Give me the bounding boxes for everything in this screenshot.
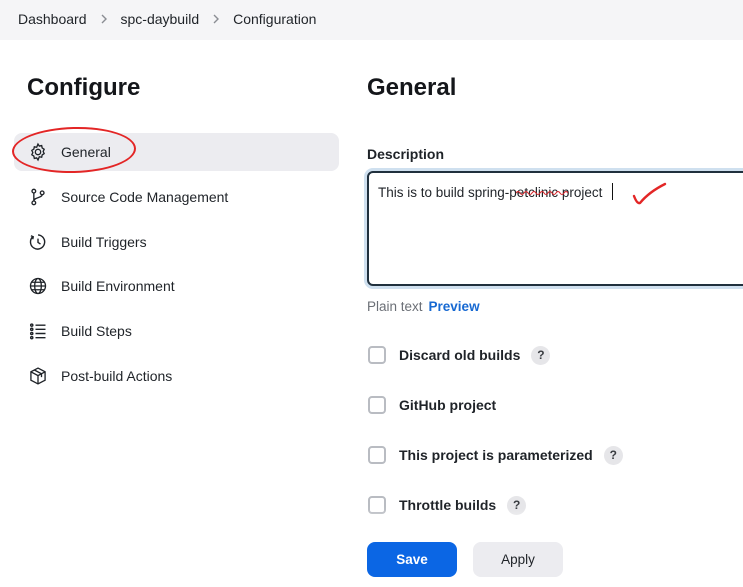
breadcrumb: Dashboard spc-daybuild Configuration: [18, 11, 316, 27]
sidebar-item-build-steps[interactable]: Build Steps: [14, 312, 339, 350]
description-textarea[interactable]: This is to build spring-petclinic projec…: [367, 171, 743, 286]
throttle-builds-checkbox[interactable]: [368, 496, 386, 514]
breadcrumb-configuration[interactable]: Configuration: [233, 11, 316, 27]
sidebar-item-label: Source Code Management: [61, 188, 229, 205]
help-icon[interactable]: ?: [507, 495, 527, 515]
sidebar-item-build-triggers[interactable]: Build Triggers: [14, 223, 339, 261]
breadcrumb-job[interactable]: spc-daybuild: [121, 11, 200, 27]
red-checkmark-annotation: [632, 182, 667, 205]
text-cursor: [612, 183, 613, 200]
sidebar-item-post-build-actions[interactable]: Post-build Actions: [14, 357, 339, 395]
discard-old-builds-checkbox[interactable]: [368, 346, 386, 364]
branch-icon: [28, 187, 48, 207]
help-icon[interactable]: ?: [531, 345, 551, 365]
globe-icon: [28, 276, 48, 296]
parameterized-checkbox[interactable]: [368, 446, 386, 464]
plain-text-label: Plain text: [367, 299, 423, 314]
gear-icon: [28, 142, 48, 162]
chevron-right-icon: [212, 14, 220, 24]
chevron-right-icon: [100, 14, 108, 24]
sidebar-item-label: Build Triggers: [61, 233, 147, 250]
sidebar-title: Configure: [27, 74, 141, 101]
sidebar-item-label: Build Environment: [61, 278, 175, 295]
sidebar-item-label: General: [61, 144, 111, 160]
sidebar-item-build-environment[interactable]: Build Environment: [14, 267, 339, 305]
github-project-checkbox[interactable]: [368, 396, 386, 414]
sidebar-item-label: Post-build Actions: [61, 367, 173, 384]
sidebar-item-label: Build Steps: [61, 323, 132, 340]
option-label[interactable]: Discard old builds: [399, 347, 520, 363]
spellcheck-underline: [516, 190, 568, 196]
apply-button[interactable]: Apply: [473, 542, 563, 577]
clock-icon: [28, 232, 48, 252]
breadcrumb-bar: Dashboard spc-daybuild Configuration: [0, 0, 743, 40]
format-row: Plain text Preview: [367, 299, 480, 314]
description-label: Description: [367, 146, 445, 162]
help-icon[interactable]: ?: [603, 445, 623, 465]
option-label[interactable]: GitHub project: [399, 397, 496, 413]
option-throttle-builds: Throttle builds ?: [367, 494, 527, 516]
description-text: This is to build spring-petclinic projec…: [378, 185, 603, 200]
sidebar-item-source-code-management[interactable]: Source Code Management: [14, 178, 339, 216]
preview-link[interactable]: Preview: [429, 299, 480, 314]
option-github-project: GitHub project: [367, 394, 496, 416]
section-title: General: [367, 74, 457, 101]
package-icon: [28, 366, 48, 386]
list-icon: [28, 321, 48, 341]
option-parameterized: This project is parameterized ?: [367, 444, 623, 466]
sidebar-item-general[interactable]: General: [11, 125, 339, 175]
save-button[interactable]: Save: [367, 542, 457, 577]
option-label[interactable]: This project is parameterized: [399, 447, 593, 463]
option-discard-old-builds: Discard old builds ?: [367, 344, 551, 366]
breadcrumb-dashboard[interactable]: Dashboard: [18, 11, 87, 27]
sidebar-nav: General Source Code Management Build Tri…: [11, 125, 339, 402]
option-label[interactable]: Throttle builds: [399, 497, 496, 513]
